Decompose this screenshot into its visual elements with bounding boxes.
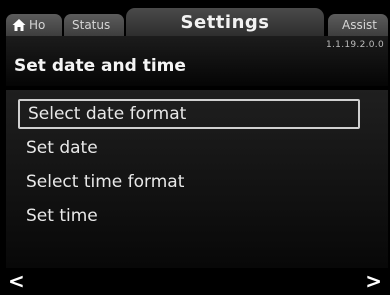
screen: Ho Status Settings Assist 1.1.19.2.0.0 S… [0,0,390,295]
chevron-left-icon[interactable]: < [8,271,25,291]
tab-home-label: Ho [29,18,46,32]
menu-item-select-date-format[interactable]: Select date format [18,99,360,129]
tab-home[interactable]: Ho [6,14,62,36]
menu-list: Select date format Set date Select time … [6,90,388,268]
tab-status-label: Status [72,18,111,32]
menu-item-select-time-format[interactable]: Select time format [18,167,360,197]
tab-settings[interactable]: Settings [126,8,324,38]
menu-item-set-time[interactable]: Set time [18,201,360,231]
menu-item-label: Set date [26,138,98,158]
tab-status[interactable]: Status [64,14,124,36]
chevron-right-icon[interactable]: > [365,271,382,291]
menu-item-label: Set time [26,206,98,226]
menu-item-set-date[interactable]: Set date [18,133,360,163]
menu-item-label: Select time format [26,172,185,192]
tab-assist-label: Assist [342,18,378,32]
version-number: 1.1.19.2.0.0 [326,40,384,50]
tab-bar: Ho Status Settings Assist [0,0,390,38]
page-title: Set date and time [14,56,186,76]
tab-assist[interactable]: Assist [328,14,388,36]
home-icon [12,19,26,31]
tab-settings-label: Settings [180,12,270,33]
footer-bar: < > [0,268,390,295]
menu-item-label: Select date format [28,104,187,124]
